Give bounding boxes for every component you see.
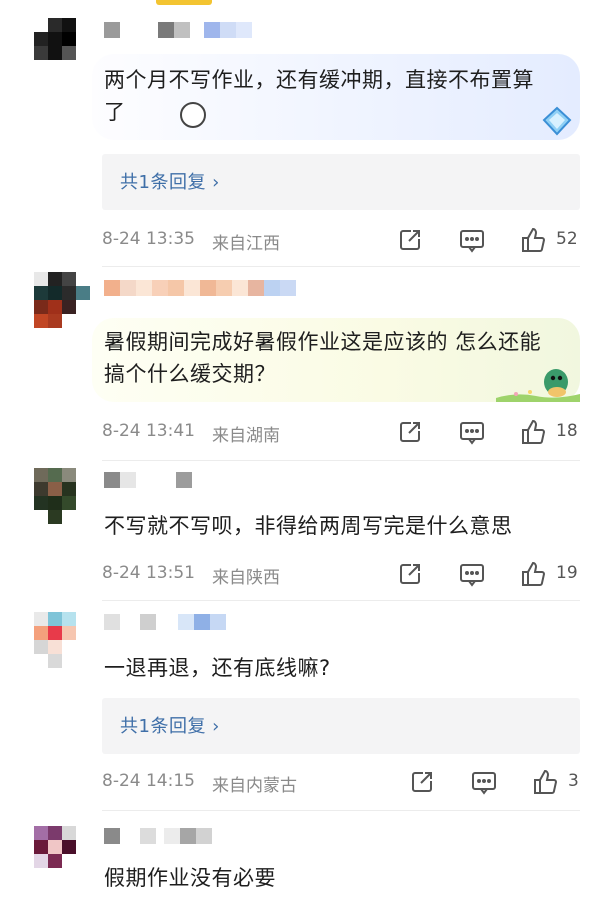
comment-icon[interactable] <box>458 418 486 446</box>
comment-meta: 8-24 13:51 来自陕西 19 <box>102 560 580 588</box>
comment-icon[interactable] <box>470 768 498 796</box>
comment-item: 一退再退，还有底线嘛? 共1条回复 › 8-24 14:15 来自内蒙古 3 <box>0 600 600 810</box>
comment-location: 来自陕西 <box>212 568 280 588</box>
comment-bubble: 假期作业没有必要 <box>92 860 580 900</box>
comment-location: 来自湖南 <box>212 426 280 446</box>
turtle-decoration-icon <box>496 369 580 402</box>
reply-summary-label: 共1条回复 › <box>120 172 220 193</box>
like-icon[interactable] <box>520 418 548 446</box>
avatar[interactable] <box>34 18 90 74</box>
comment-text: 暑假期间完成好暑假作业这是应该的 怎么还能搞个什么缓交期？ <box>104 330 542 386</box>
like-count: 19 <box>556 563 578 583</box>
username[interactable] <box>104 828 212 846</box>
comment-text: 不写就不写呗，非得给两周写完是什么意思 <box>104 514 513 538</box>
avatar[interactable] <box>34 468 90 524</box>
username[interactable] <box>104 22 252 40</box>
share-icon[interactable] <box>396 226 424 254</box>
face-emoji-icon <box>180 102 206 128</box>
comment-item: 两个月不写作业，还有缓冲期，直接不布置算了 共1条回复 › 8-24 13:35… <box>0 0 600 262</box>
comment-item: 不写就不写呗，非得给两周写完是什么意思 8-24 13:51 来自陕西 19 <box>0 460 600 600</box>
like-count: 3 <box>568 771 579 791</box>
comment-item: 假期作业没有必要 <box>0 810 600 902</box>
avatar[interactable] <box>34 272 90 328</box>
comment-time: 8-24 14:15 <box>102 771 195 791</box>
comment-item: 暑假期间完成好暑假作业这是应该的 怎么还能搞个什么缓交期？ 8-24 13:41… <box>0 266 600 460</box>
comment-location: 来自江西 <box>212 234 280 254</box>
like-count: 18 <box>556 421 578 441</box>
reply-summary-button[interactable]: 共1条回复 › <box>102 154 580 210</box>
comment-icon[interactable] <box>458 560 486 588</box>
comment-location: 来自内蒙古 <box>212 776 297 796</box>
avatar[interactable] <box>34 826 90 882</box>
like-icon[interactable] <box>520 226 548 254</box>
avatar[interactable] <box>34 612 90 668</box>
share-icon[interactable] <box>396 560 424 588</box>
reply-summary-label: 共1条回复 › <box>120 716 220 737</box>
share-icon[interactable] <box>408 768 436 796</box>
comment-bubble: 不写就不写呗，非得给两周写完是什么意思 <box>92 508 580 548</box>
like-count: 52 <box>556 229 578 249</box>
username[interactable] <box>104 472 192 490</box>
comment-bubble: 一退再退，还有底线嘛? <box>92 650 580 690</box>
comment-meta: 8-24 13:41 来自湖南 18 <box>102 418 580 446</box>
comment-text: 假期作业没有必要 <box>104 866 276 890</box>
comment-meta: 8-24 13:35 来自江西 52 <box>102 226 580 254</box>
reply-summary-button[interactable]: 共1条回复 › <box>102 698 580 754</box>
comment-text: 一退再退，还有底线嘛? <box>104 656 331 680</box>
comment-meta: 8-24 14:15 来自内蒙古 3 <box>102 768 580 796</box>
comment-icon[interactable] <box>458 226 486 254</box>
comment-bubble: 暑假期间完成好暑假作业这是应该的 怎么还能搞个什么缓交期？ <box>92 318 580 402</box>
comment-bubble: 两个月不写作业，还有缓冲期，直接不布置算了 <box>92 54 580 140</box>
like-icon[interactable] <box>532 768 560 796</box>
share-icon[interactable] <box>396 418 424 446</box>
comment-time: 8-24 13:41 <box>102 421 195 441</box>
comment-time: 8-24 13:35 <box>102 229 195 249</box>
comment-time: 8-24 13:51 <box>102 563 195 583</box>
diamond-decoration-icon <box>542 106 572 136</box>
like-icon[interactable] <box>520 560 548 588</box>
username[interactable] <box>104 280 296 298</box>
username[interactable] <box>104 614 226 632</box>
comment-text: 两个月不写作业，还有缓冲期，直接不布置算了 <box>104 68 534 124</box>
